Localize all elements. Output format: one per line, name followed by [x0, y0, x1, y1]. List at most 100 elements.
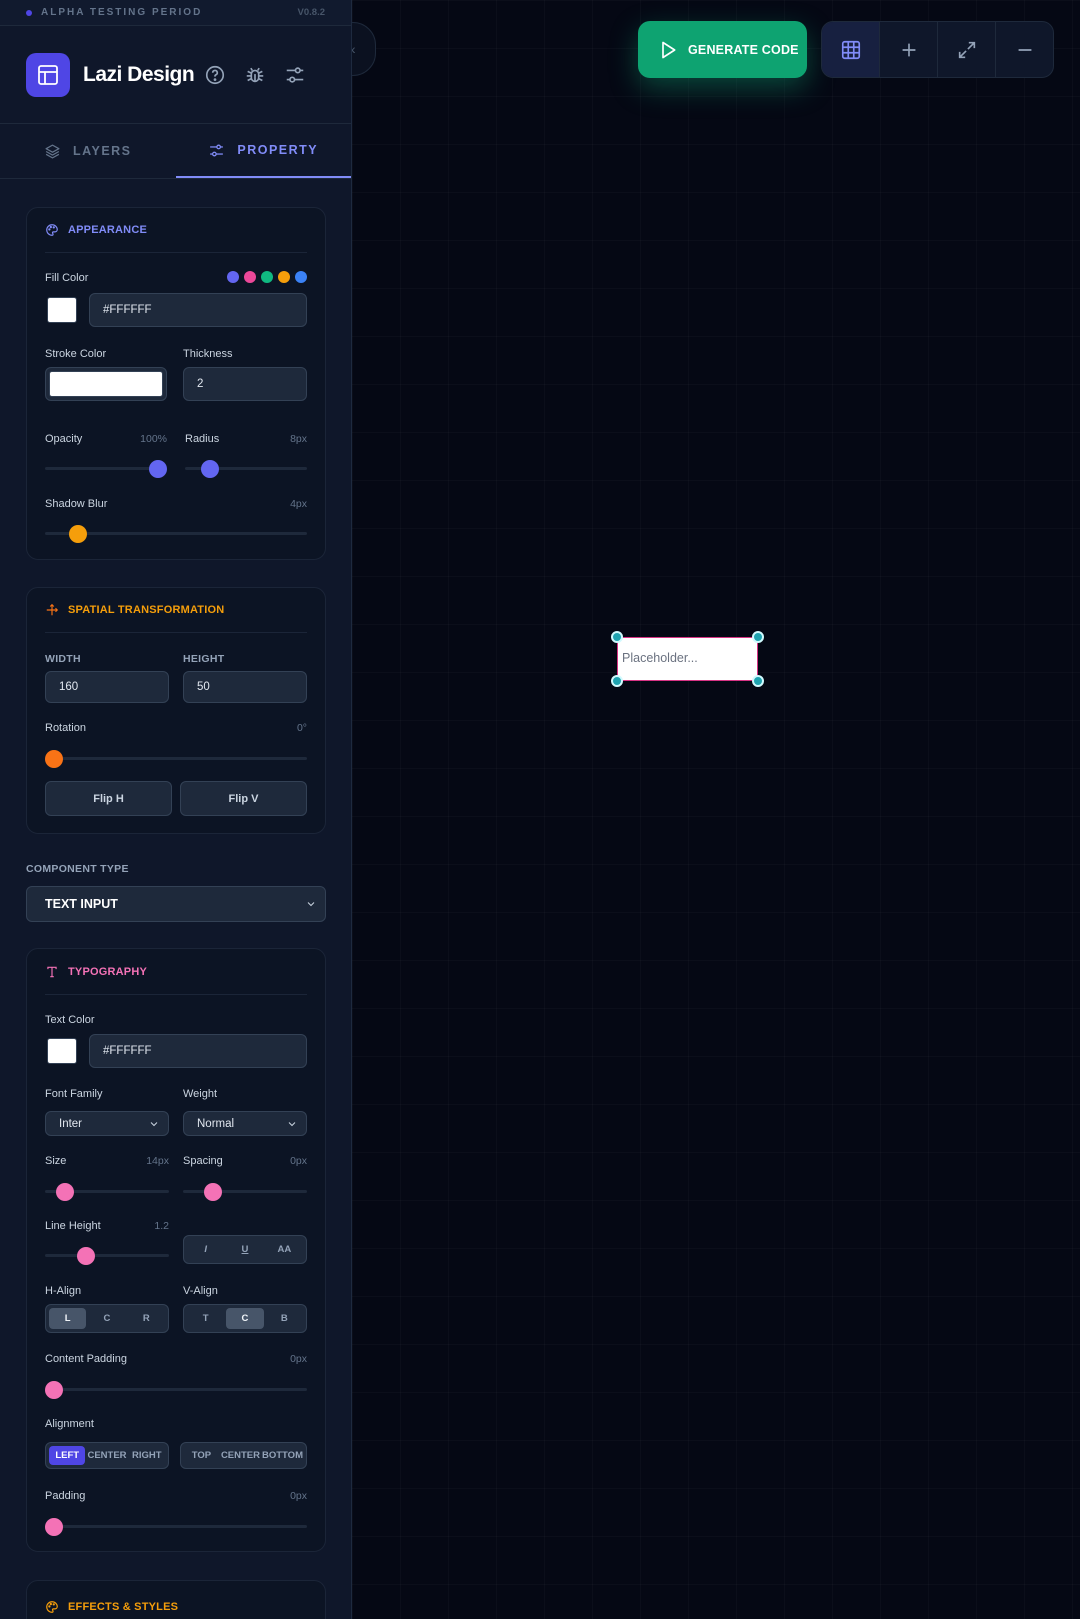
- slider-thumb[interactable]: [200, 459, 219, 478]
- preset-blue[interactable]: [295, 271, 307, 283]
- rotation-label: Rotation: [45, 722, 86, 734]
- font-family-select[interactable]: Inter: [45, 1111, 169, 1136]
- expand-icon: [958, 41, 975, 58]
- alignment-bottom[interactable]: BOTTOM: [262, 1446, 303, 1465]
- alpha-banner: ALPHA TESTING PERIOD V0.8.2: [0, 0, 351, 26]
- spatial-title: SPATIAL TRANSFORMATION: [68, 604, 225, 616]
- effects-header: EFFECTS & STYLES: [45, 1581, 307, 1619]
- component-type-select[interactable]: TEXT INPUT: [26, 886, 326, 922]
- spacing-label: Spacing: [183, 1155, 223, 1167]
- v-align-bottom[interactable]: B: [266, 1308, 303, 1329]
- fill-color-swatch[interactable]: [47, 297, 77, 323]
- v-align-center[interactable]: C: [226, 1308, 264, 1329]
- flip-vertical-button[interactable]: Flip V: [180, 781, 307, 816]
- uppercase-toggle[interactable]: AA: [266, 1239, 303, 1260]
- zoom-out-button[interactable]: [996, 22, 1053, 77]
- opacity-slider[interactable]: [45, 459, 167, 478]
- slider-thumb[interactable]: [76, 1246, 95, 1265]
- slider-thumb[interactable]: [45, 1380, 63, 1399]
- tab-property[interactable]: PROPERTY: [175, 124, 351, 178]
- brand-header: Lazi Design: [0, 26, 351, 124]
- font-weight-value: Normal: [197, 1117, 235, 1130]
- v-align-group: T C B: [183, 1304, 307, 1333]
- slider-thumb[interactable]: [45, 749, 63, 768]
- spatial-header: SPATIAL TRANSFORMATION: [45, 588, 307, 633]
- padding-slider[interactable]: [45, 1517, 307, 1536]
- sliders-icon[interactable]: [284, 64, 306, 86]
- width-label: WIDTH: [45, 653, 81, 665]
- underline-toggle[interactable]: U: [226, 1239, 263, 1260]
- rotation-slider[interactable]: [45, 749, 307, 768]
- size-slider[interactable]: [45, 1182, 169, 1201]
- palette-icon: [46, 224, 58, 236]
- spatial-panel: SPATIAL TRANSFORMATION WIDTH HEIGHT 160 …: [26, 587, 326, 834]
- height-input[interactable]: 50: [183, 671, 307, 703]
- preset-indigo[interactable]: [227, 271, 239, 283]
- content-padding-value: 0px: [290, 1353, 307, 1365]
- h-align-left[interactable]: L: [49, 1308, 87, 1329]
- appearance-header: APPEARANCE: [45, 208, 307, 253]
- h-align-right[interactable]: R: [128, 1308, 165, 1329]
- canvas-toolbar: [821, 21, 1054, 78]
- font-weight-select[interactable]: Normal: [183, 1111, 307, 1136]
- properties-sidebar: ALPHA TESTING PERIOD V0.8.2 Lazi Design …: [0, 0, 352, 1619]
- content-padding-slider[interactable]: [45, 1380, 307, 1399]
- alignment-middle[interactable]: CENTER: [221, 1446, 260, 1465]
- app-title: Lazi Design: [83, 62, 195, 86]
- layout-icon: [38, 64, 58, 85]
- alignment-center[interactable]: CENTER: [87, 1446, 126, 1465]
- status-dot: [26, 9, 32, 16]
- fill-color-input[interactable]: #FFFFFF: [89, 293, 307, 327]
- preset-amber[interactable]: [278, 271, 290, 283]
- text-color-input[interactable]: #FFFFFF: [89, 1034, 307, 1068]
- opacity-value: 100%: [140, 433, 167, 445]
- size-label: Size: [45, 1155, 67, 1167]
- typography-header: TYPOGRAPHY: [45, 949, 307, 995]
- alignment-label: Alignment: [45, 1418, 94, 1430]
- help-circle-icon[interactable]: [204, 64, 226, 86]
- width-input[interactable]: 160: [45, 671, 169, 703]
- radius-slider[interactable]: [185, 459, 307, 478]
- slider-thumb[interactable]: [45, 1517, 63, 1536]
- tab-layers[interactable]: LAYERS: [0, 124, 176, 178]
- spacing-slider[interactable]: [183, 1182, 307, 1201]
- preset-green[interactable]: [261, 271, 273, 283]
- design-canvas[interactable]: [352, 0, 1080, 1619]
- v-align-top[interactable]: T: [187, 1308, 224, 1329]
- shadow-blur-slider[interactable]: [45, 524, 307, 543]
- play-icon: [662, 41, 676, 58]
- tab-property-label: PROPERTY: [237, 143, 319, 157]
- text-color-swatch[interactable]: [47, 1038, 77, 1064]
- thickness-input[interactable]: 2: [183, 367, 307, 401]
- typography-title: TYPOGRAPHY: [68, 965, 148, 978]
- tab-layers-label: LAYERS: [72, 144, 132, 158]
- v-align-label: V-Align: [183, 1285, 218, 1297]
- bug-icon[interactable]: [244, 64, 266, 86]
- alignment-left[interactable]: LEFT: [49, 1446, 86, 1465]
- text-color-label: Text Color: [45, 1014, 95, 1026]
- zoom-in-button[interactable]: [880, 22, 938, 77]
- selected-text-input-element[interactable]: Placeholder...: [617, 637, 758, 681]
- italic-toggle[interactable]: I: [187, 1239, 224, 1260]
- element-placeholder: Placeholder...: [622, 651, 698, 665]
- fit-screen-button[interactable]: [938, 22, 996, 77]
- alignment-right[interactable]: RIGHT: [129, 1446, 165, 1465]
- alignment-top[interactable]: TOP: [184, 1446, 219, 1465]
- flip-horizontal-button[interactable]: Flip H: [45, 781, 172, 816]
- line-height-slider[interactable]: [45, 1246, 169, 1265]
- slider-thumb[interactable]: [149, 459, 167, 478]
- weight-label: Weight: [183, 1088, 218, 1100]
- move-icon: [46, 603, 59, 616]
- resize-handle-bottom-right[interactable]: [752, 675, 764, 687]
- generate-code-button[interactable]: GENERATE CODE: [638, 21, 807, 78]
- slider-thumb[interactable]: [69, 524, 88, 543]
- resize-handle-top-right[interactable]: [752, 631, 764, 643]
- stroke-color-field[interactable]: [45, 367, 167, 401]
- resize-handle-bottom-left[interactable]: [611, 675, 623, 687]
- h-align-center[interactable]: C: [88, 1308, 125, 1329]
- preset-pink[interactable]: [244, 271, 256, 283]
- resize-handle-top-left[interactable]: [611, 631, 623, 643]
- toggle-grid-button[interactable]: [822, 22, 880, 77]
- slider-thumb[interactable]: [55, 1182, 74, 1201]
- slider-thumb[interactable]: [204, 1182, 223, 1201]
